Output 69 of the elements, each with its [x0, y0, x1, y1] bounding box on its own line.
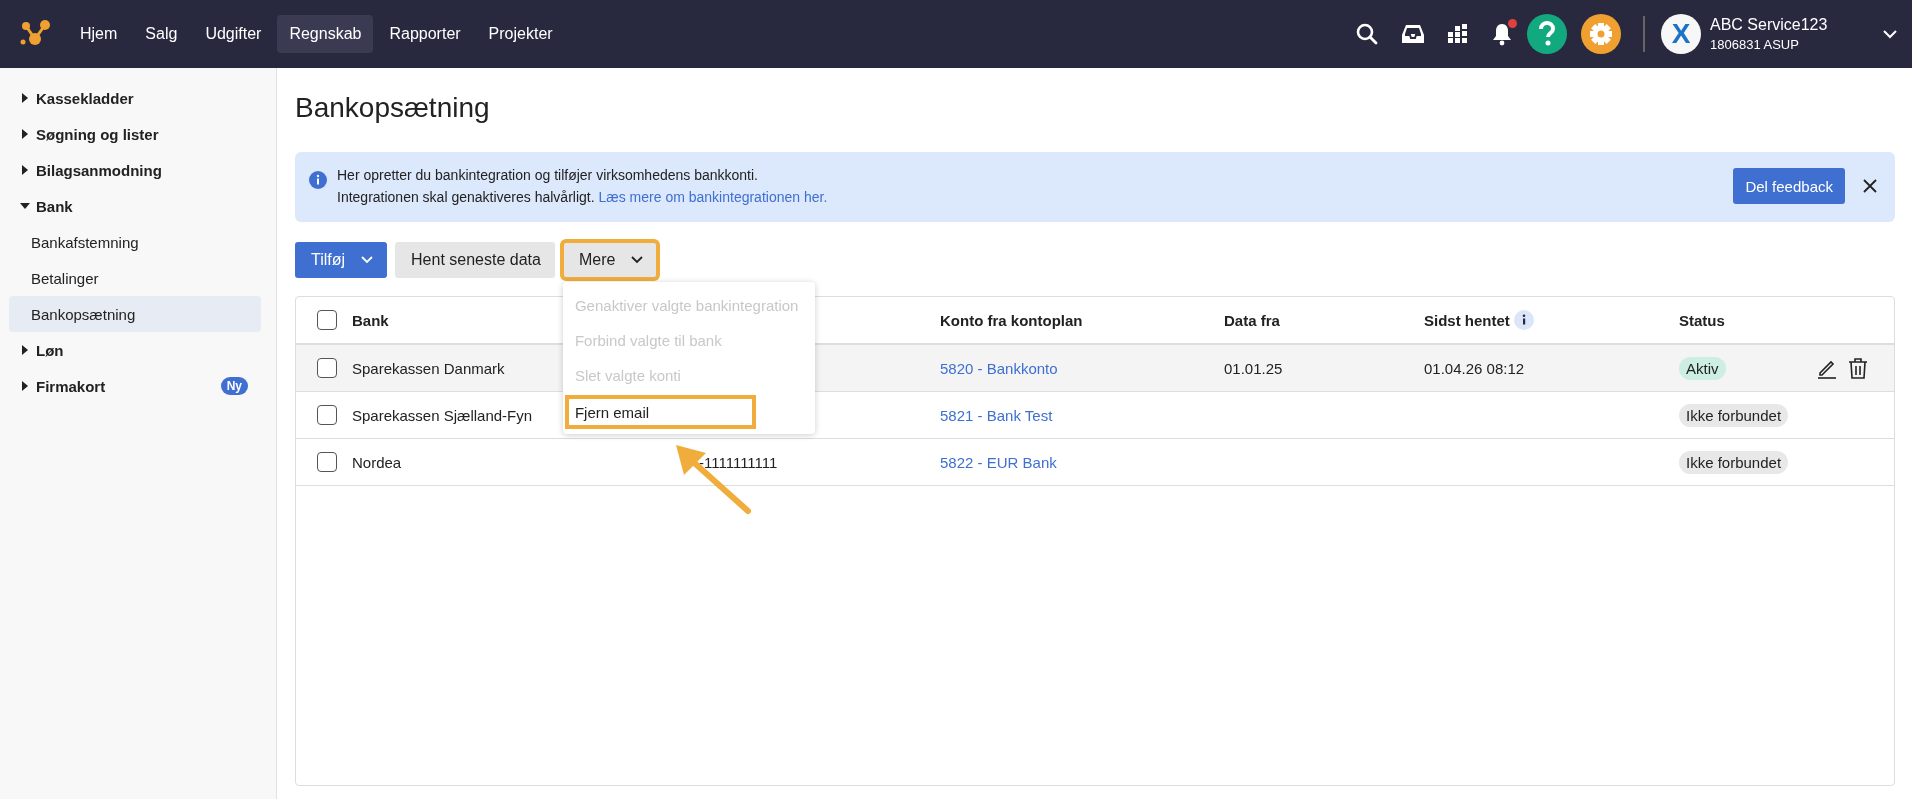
- status-tag: Ikke forbundet: [1679, 450, 1789, 474]
- row-checkbox[interactable]: [317, 405, 337, 425]
- account-link[interactable]: 5822 - EUR Bank: [940, 453, 1057, 471]
- table-cell: 01.01.25: [1224, 359, 1283, 377]
- triangle-icon: [20, 201, 30, 211]
- status-tag: Aktiv: [1679, 356, 1726, 380]
- row-checkbox[interactable]: [317, 358, 337, 378]
- column-header: Data fra: [1224, 311, 1281, 329]
- new-badge: Ny: [220, 377, 248, 395]
- account-link[interactable]: 5821 - Bank Test: [940, 406, 1053, 424]
- fetch-data-button[interactable]: Hent seneste data: [395, 242, 555, 278]
- triangle-icon: [20, 129, 30, 139]
- nav-tab[interactable]: Salg: [133, 15, 190, 53]
- trash-icon[interactable]: [1848, 357, 1868, 379]
- table-cell: Nordea: [352, 453, 402, 471]
- triangle-icon: [20, 93, 30, 103]
- banner-text: Her opretter du bankintegration og tilføjer virksomhedens bankkonti.: [337, 166, 759, 184]
- row-checkbox[interactable]: [317, 452, 337, 472]
- menu-item[interactable]: Fjern email: [565, 396, 755, 428]
- sidebar-group[interactable]: Løn: [0, 332, 276, 368]
- table-cell: Sparekassen Sjælland-Fyn: [352, 406, 533, 424]
- info-icon[interactable]: [1513, 310, 1534, 330]
- caret-icon: [631, 256, 644, 264]
- account-avatar[interactable]: X: [1661, 14, 1701, 54]
- chevron-down-icon[interactable]: [1882, 29, 1898, 39]
- triangle-icon: [20, 165, 30, 175]
- nav-tab[interactable]: Projekter: [476, 15, 565, 53]
- settings-icon[interactable]: [1581, 14, 1621, 54]
- account-name: ABC Service123: [1710, 16, 1829, 34]
- sidebar-item[interactable]: Bankopsætning: [9, 296, 261, 332]
- table-cell: Sparekassen Danmark: [352, 359, 505, 377]
- sidebar-group[interactable]: Søgning og lister: [0, 116, 276, 152]
- notification-bell-icon[interactable]: [1491, 22, 1513, 46]
- caret-icon: [361, 256, 374, 264]
- column-header: Bank: [352, 311, 390, 329]
- account-id: 1806831 ASUP: [1710, 37, 1800, 52]
- triangle-icon: [20, 381, 30, 391]
- help-icon[interactable]: [1527, 14, 1567, 54]
- nav-tab[interactable]: Hjem: [68, 15, 130, 53]
- select-all-checkbox[interactable]: [317, 310, 337, 330]
- search-icon[interactable]: [1355, 22, 1379, 46]
- sidebar-group[interactable]: Bank: [0, 188, 276, 224]
- add-button[interactable]: Tilføj: [295, 242, 388, 278]
- nav-tab[interactable]: Rapporter: [377, 15, 473, 53]
- nav-tab[interactable]: Udgifter: [193, 15, 274, 53]
- status-tag: Ikke forbundet: [1679, 403, 1789, 427]
- sidebar-group[interactable]: Firmakort Ny: [0, 368, 276, 404]
- triangle-icon: [20, 345, 30, 355]
- inbox-icon[interactable]: [1401, 23, 1425, 45]
- column-header: Sidst hentet: [1424, 311, 1510, 329]
- sidebar-group[interactable]: Bilagsanmodning: [0, 152, 276, 188]
- sidebar-group[interactable]: Kassekladder: [0, 80, 276, 116]
- table-row[interactable]: Nordea -1111111111 5822 - EUR Bank Ikke forbundet: [296, 439, 1894, 486]
- feedback-button[interactable]: Del feedback: [1733, 168, 1845, 204]
- table-cell-text: -1111111111: [698, 453, 778, 471]
- table-cell: 01.04.26 08:12: [1424, 359, 1525, 377]
- column-header: Konto fra kontoplan: [940, 311, 1084, 329]
- close-icon[interactable]: [1863, 179, 1877, 193]
- account-link[interactable]: 5820 - Bankkonto: [940, 359, 1058, 377]
- info-icon: [309, 171, 327, 189]
- page-title: Bankopsætning: [295, 92, 491, 124]
- nav-tab[interactable]: Regnskab: [277, 15, 374, 53]
- sidebar-item[interactable]: Bankafstemning: [9, 224, 261, 260]
- banner-link[interactable]: Læs mere om bankintegrationen her.: [598, 189, 828, 205]
- column-header: Status: [1679, 311, 1726, 329]
- banner-text: Integrationen skal genaktiveres halvårligt.: [337, 189, 595, 205]
- more-button[interactable]: Mere: [562, 242, 658, 278]
- apps-grid-icon[interactable]: [1447, 23, 1469, 45]
- sidebar-item[interactable]: Betalinger: [9, 260, 261, 296]
